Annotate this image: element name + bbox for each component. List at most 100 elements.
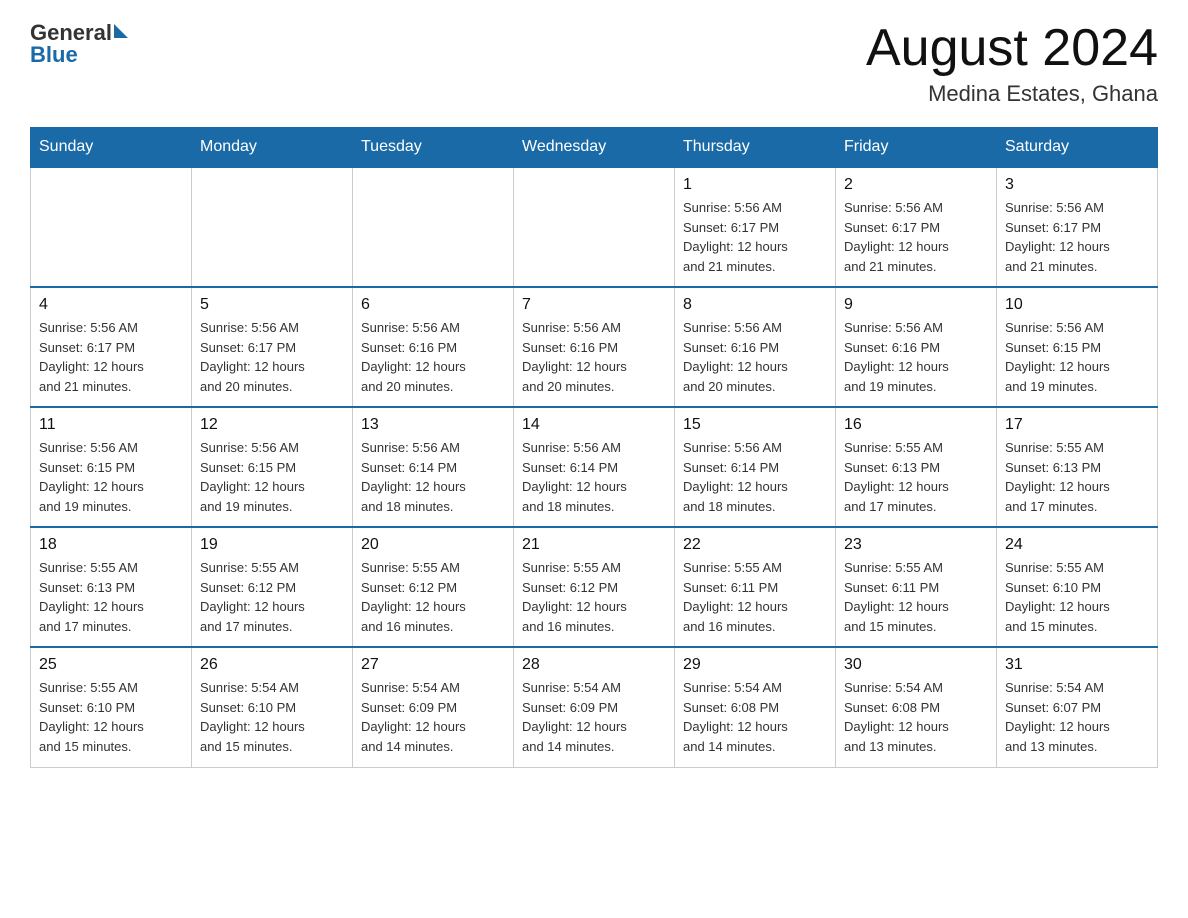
day-info: Sunrise: 5:56 AM Sunset: 6:17 PM Dayligh…	[844, 198, 988, 276]
day-number: 29	[683, 656, 827, 674]
calendar-cell: 2 Sunrise: 5:56 AM Sunset: 6:17 PM Daylig…	[836, 167, 997, 287]
day-number: 22	[683, 536, 827, 554]
day-info: Sunrise: 5:56 AM Sunset: 6:15 PM Dayligh…	[39, 438, 183, 516]
calendar-cell: 11Sunrise: 5:56 AM Sunset: 6:15 PM Dayli…	[31, 407, 192, 527]
day-info: Sunrise: 5:54 AM Sunset: 6:10 PM Dayligh…	[200, 678, 344, 756]
day-number: 31	[1005, 656, 1149, 674]
calendar-cell: 29 Sunrise: 5:54 AM Sunset: 6:08 PM Dayli…	[675, 647, 836, 767]
day-info: Sunrise: 5:55 AM Sunset: 6:11 PM Dayligh…	[683, 558, 827, 636]
day-number: 17	[1005, 416, 1149, 434]
calendar-cell: 1Sunrise: 5:56 AM Sunset: 6:17 PM Daylig…	[675, 167, 836, 287]
calendar-table: Sunday Monday Tuesday Wednesday Thursday…	[30, 127, 1158, 768]
calendar-cell: 26 Sunrise: 5:54 AM Sunset: 6:10 PM Dayli…	[192, 647, 353, 767]
calendar-week-row: 4 Sunrise: 5:56 AM Sunset: 6:17 PM Daylig…	[31, 287, 1158, 407]
calendar-week-row: 1 Sunrise: 5:56 AM Sunset: 6:17 PM Daylig…	[31, 167, 1158, 287]
day-info: Sunrise: 5:56 AM Sunset: 6:15 PM Dayligh…	[200, 438, 344, 516]
day-info: Sunrise: 5:56 AM Sunset: 6:17 PM Dayligh…	[39, 318, 183, 396]
day-info: Sunrise: 5:54 AM Sunset: 6:09 PM Dayligh…	[522, 678, 666, 756]
day-number: 3	[1005, 176, 1149, 194]
day-info: Sunrise: 5:55 AM Sunset: 6:10 PM Dayligh…	[1005, 558, 1149, 636]
day-number: 14	[522, 416, 666, 434]
calendar-cell: 13 Sunrise: 5:56 AM Sunset: 6:14 PM Dayli…	[353, 407, 514, 527]
calendar-cell	[192, 167, 353, 287]
col-saturday: Saturday	[997, 128, 1158, 168]
day-number: 8	[683, 296, 827, 314]
calendar-cell: 23Sunrise: 5:55 AM Sunset: 6:11 PM Dayli…	[836, 527, 997, 647]
calendar-cell: 5 Sunrise: 5:56 AM Sunset: 6:17 PM Daylig…	[192, 287, 353, 407]
page-subtitle: Medina Estates, Ghana	[866, 81, 1158, 107]
col-tuesday: Tuesday	[353, 128, 514, 168]
day-info: Sunrise: 5:56 AM Sunset: 6:16 PM Dayligh…	[683, 318, 827, 396]
calendar-cell: 21 Sunrise: 5:55 AM Sunset: 6:12 PM Dayli…	[514, 527, 675, 647]
calendar-cell: 27Sunrise: 5:54 AM Sunset: 6:09 PM Dayli…	[353, 647, 514, 767]
calendar-cell: 28Sunrise: 5:54 AM Sunset: 6:09 PM Dayli…	[514, 647, 675, 767]
day-number: 16	[844, 416, 988, 434]
calendar-cell: 12Sunrise: 5:56 AM Sunset: 6:15 PM Dayli…	[192, 407, 353, 527]
day-info: Sunrise: 5:54 AM Sunset: 6:08 PM Dayligh…	[844, 678, 988, 756]
calendar-cell: 18Sunrise: 5:55 AM Sunset: 6:13 PM Dayli…	[31, 527, 192, 647]
calendar-cell	[31, 167, 192, 287]
title-block: August 2024 Medina Estates, Ghana	[866, 20, 1158, 107]
calendar-cell: 3 Sunrise: 5:56 AM Sunset: 6:17 PM Daylig…	[997, 167, 1158, 287]
day-number: 23	[844, 536, 988, 554]
day-info: Sunrise: 5:55 AM Sunset: 6:13 PM Dayligh…	[844, 438, 988, 516]
day-number: 7	[522, 296, 666, 314]
col-sunday: Sunday	[31, 128, 192, 168]
day-info: Sunrise: 5:56 AM Sunset: 6:14 PM Dayligh…	[361, 438, 505, 516]
header-row: Sunday Monday Tuesday Wednesday Thursday…	[31, 128, 1158, 168]
calendar-cell: 10Sunrise: 5:56 AM Sunset: 6:15 PM Dayli…	[997, 287, 1158, 407]
calendar-header: Sunday Monday Tuesday Wednesday Thursday…	[31, 128, 1158, 168]
day-info: Sunrise: 5:54 AM Sunset: 6:08 PM Dayligh…	[683, 678, 827, 756]
calendar-cell: 20Sunrise: 5:55 AM Sunset: 6:12 PM Dayli…	[353, 527, 514, 647]
day-number: 25	[39, 656, 183, 674]
calendar-cell: 16 Sunrise: 5:55 AM Sunset: 6:13 PM Dayli…	[836, 407, 997, 527]
day-number: 2	[844, 176, 988, 194]
day-info: Sunrise: 5:56 AM Sunset: 6:14 PM Dayligh…	[683, 438, 827, 516]
day-info: Sunrise: 5:55 AM Sunset: 6:12 PM Dayligh…	[361, 558, 505, 636]
day-info: Sunrise: 5:54 AM Sunset: 6:09 PM Dayligh…	[361, 678, 505, 756]
day-number: 6	[361, 296, 505, 314]
calendar-cell	[514, 167, 675, 287]
day-number: 1	[683, 176, 827, 194]
day-number: 26	[200, 656, 344, 674]
col-monday: Monday	[192, 128, 353, 168]
col-thursday: Thursday	[675, 128, 836, 168]
day-info: Sunrise: 5:56 AM Sunset: 6:16 PM Dayligh…	[844, 318, 988, 396]
day-number: 9	[844, 296, 988, 314]
logo: General Blue	[30, 20, 128, 68]
day-info: Sunrise: 5:55 AM Sunset: 6:12 PM Dayligh…	[522, 558, 666, 636]
day-info: Sunrise: 5:56 AM Sunset: 6:15 PM Dayligh…	[1005, 318, 1149, 396]
calendar-cell: 22 Sunrise: 5:55 AM Sunset: 6:11 PM Dayli…	[675, 527, 836, 647]
day-number: 15	[683, 416, 827, 434]
day-number: 30	[844, 656, 988, 674]
logo-triangle-icon	[114, 24, 128, 38]
day-number: 21	[522, 536, 666, 554]
day-info: Sunrise: 5:55 AM Sunset: 6:12 PM Dayligh…	[200, 558, 344, 636]
day-info: Sunrise: 5:54 AM Sunset: 6:07 PM Dayligh…	[1005, 678, 1149, 756]
calendar-cell: 8 Sunrise: 5:56 AM Sunset: 6:16 PM Daylig…	[675, 287, 836, 407]
day-info: Sunrise: 5:55 AM Sunset: 6:10 PM Dayligh…	[39, 678, 183, 756]
day-info: Sunrise: 5:56 AM Sunset: 6:16 PM Dayligh…	[522, 318, 666, 396]
logo-blue-text: Blue	[30, 42, 128, 68]
calendar-cell: 14 Sunrise: 5:56 AM Sunset: 6:14 PM Dayli…	[514, 407, 675, 527]
calendar-cell: 24 Sunrise: 5:55 AM Sunset: 6:10 PM Dayli…	[997, 527, 1158, 647]
day-info: Sunrise: 5:55 AM Sunset: 6:13 PM Dayligh…	[1005, 438, 1149, 516]
day-number: 24	[1005, 536, 1149, 554]
day-number: 13	[361, 416, 505, 434]
calendar-cell: 30 Sunrise: 5:54 AM Sunset: 6:08 PM Dayli…	[836, 647, 997, 767]
calendar-cell: 25 Sunrise: 5:55 AM Sunset: 6:10 PM Dayli…	[31, 647, 192, 767]
calendar-cell: 19Sunrise: 5:55 AM Sunset: 6:12 PM Dayli…	[192, 527, 353, 647]
calendar-cell: 17 Sunrise: 5:55 AM Sunset: 6:13 PM Dayli…	[997, 407, 1158, 527]
day-number: 5	[200, 296, 344, 314]
day-number: 4	[39, 296, 183, 314]
day-info: Sunrise: 5:56 AM Sunset: 6:17 PM Dayligh…	[200, 318, 344, 396]
calendar-cell: 4 Sunrise: 5:56 AM Sunset: 6:17 PM Daylig…	[31, 287, 192, 407]
calendar-body: 1 Sunrise: 5:56 AM Sunset: 6:17 PM Daylig…	[31, 167, 1158, 767]
day-info: Sunrise: 5:56 AM Sunset: 6:14 PM Dayligh…	[522, 438, 666, 516]
calendar-week-row: 11Sunrise: 5:56 AM Sunset: 6:15 PM Dayli…	[31, 407, 1158, 527]
col-wednesday: Wednesday	[514, 128, 675, 168]
calendar-cell	[353, 167, 514, 287]
day-info: Sunrise: 5:56 AM Sunset: 6:17 PM Dayligh…	[1005, 198, 1149, 276]
day-info: Sunrise: 5:55 AM Sunset: 6:13 PM Dayligh…	[39, 558, 183, 636]
col-friday: Friday	[836, 128, 997, 168]
